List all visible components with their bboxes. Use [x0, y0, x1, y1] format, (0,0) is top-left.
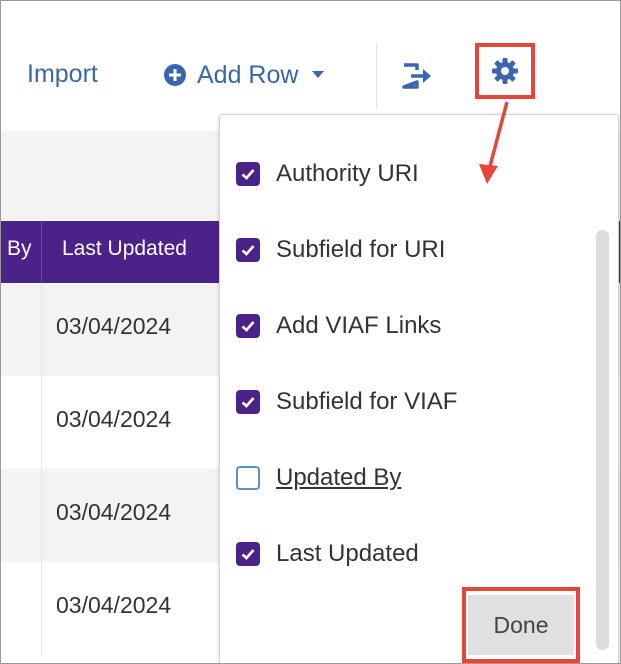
checkbox-checked[interactable]	[236, 390, 260, 414]
checkbox-checked[interactable]	[236, 314, 260, 338]
gear-icon	[492, 58, 518, 84]
column-option-last-updated[interactable]: Last Updated	[236, 539, 419, 569]
check-icon	[241, 169, 255, 180]
check-icon	[241, 321, 255, 332]
column-option-subfield-for-uri[interactable]: Subfield for URI	[236, 235, 445, 265]
column-option-label: Subfield for VIAF	[276, 388, 458, 415]
checkbox-checked[interactable]	[236, 162, 260, 186]
column-header-updated-by[interactable]: By	[7, 237, 32, 261]
toolbar-divider	[376, 43, 377, 109]
menu-scrollbar-thumb[interactable]	[596, 230, 609, 650]
cell-divider	[41, 469, 42, 562]
column-settings-button[interactable]	[475, 43, 535, 99]
plus-circle-icon	[164, 64, 186, 86]
last-updated-cell: 03/04/2024	[56, 499, 172, 525]
checkbox-unchecked[interactable]	[236, 466, 260, 490]
last-updated-cell: 03/04/2024	[56, 406, 172, 432]
annotation-arrow-icon	[479, 101, 509, 184]
checkbox-checked[interactable]	[236, 542, 260, 566]
column-option-label: Updated By	[276, 464, 402, 491]
column-option-label: Add VIAF Links	[276, 312, 442, 339]
last-updated-cell: 03/04/2024	[56, 313, 172, 339]
add-row-label: Add Row	[197, 60, 299, 89]
checkbox-checked[interactable]	[236, 238, 260, 262]
column-option-label: Authority URI	[276, 160, 419, 187]
column-option-label: Subfield for URI	[276, 236, 446, 263]
cell-divider	[41, 283, 42, 376]
screenshot-frame: Import Add Row By Last Updated 03/04/202…	[0, 0, 621, 664]
cell-divider	[41, 562, 42, 655]
caret-down-icon	[312, 71, 325, 78]
check-icon	[241, 245, 255, 256]
column-option-label: Last Updated	[276, 540, 419, 567]
header-divider	[41, 221, 42, 283]
cell-divider	[41, 376, 42, 469]
column-option-updated-by[interactable]: Updated By	[236, 463, 401, 493]
column-chooser-menu: Authority URI Subfield for URI Add VIAF …	[219, 114, 619, 663]
check-icon	[241, 397, 255, 408]
export-icon[interactable]	[401, 62, 433, 90]
column-option-subfield-for-viaf[interactable]: Subfield for VIAF	[236, 387, 457, 417]
import-button[interactable]: Import	[27, 60, 98, 89]
toolbar: Import Add Row	[1, 1, 620, 111]
column-header-last-updated[interactable]: Last Updated	[62, 237, 222, 261]
add-row-button[interactable]: Add Row	[163, 59, 325, 91]
done-highlight-box	[462, 587, 580, 663]
column-option-authority-uri[interactable]: Authority URI	[236, 159, 419, 189]
column-option-add-viaf-links[interactable]: Add VIAF Links	[236, 311, 441, 341]
last-updated-cell: 03/04/2024	[56, 592, 172, 618]
check-icon	[241, 549, 255, 560]
